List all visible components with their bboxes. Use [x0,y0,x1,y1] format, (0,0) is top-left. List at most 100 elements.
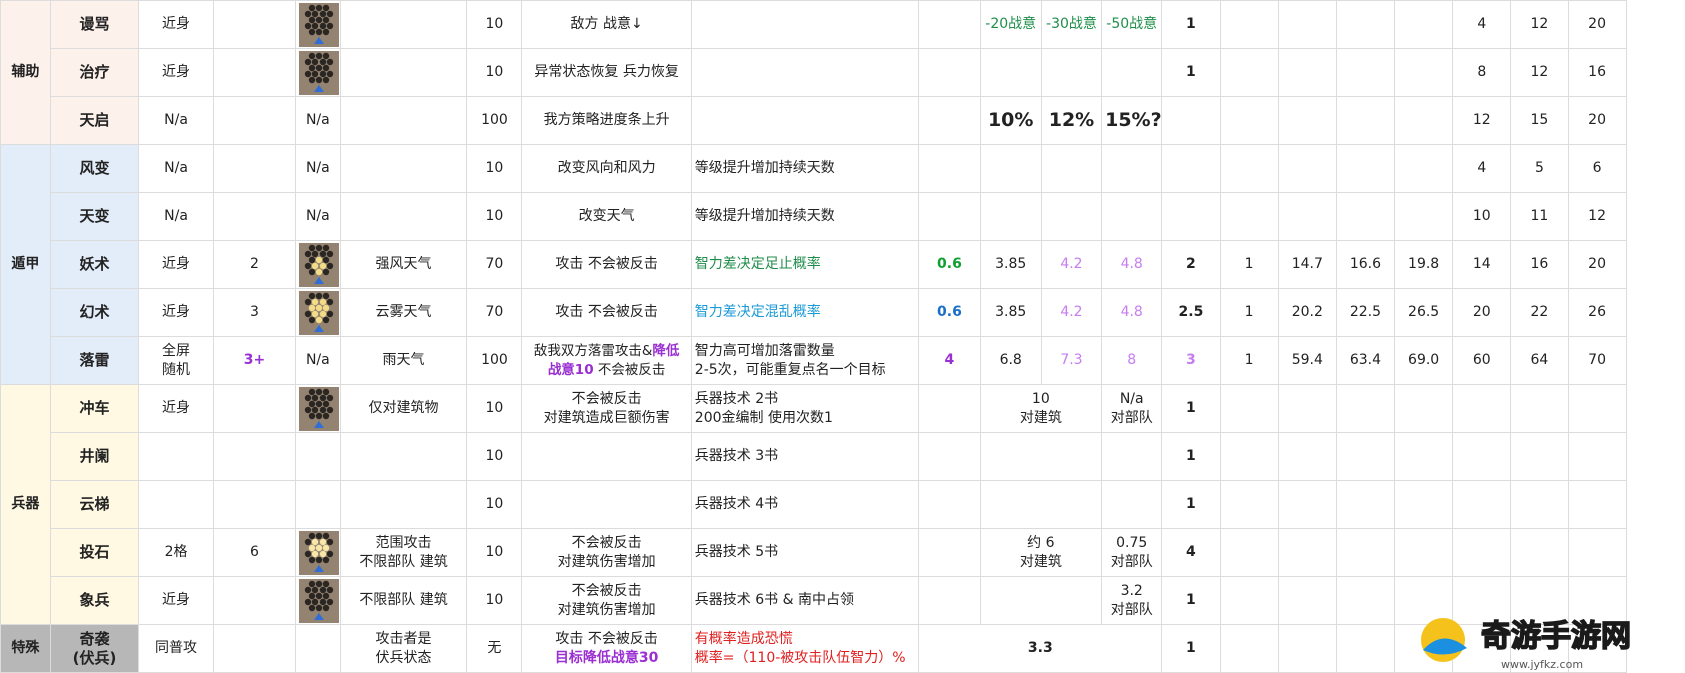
level-cell: 1 [1161,48,1221,97]
effect-highlight: 目标降低战意30 [554,649,659,666]
calc-3: 63.4 [1335,336,1396,385]
condition-cell: 范围攻击 不限部队 建筑 [339,528,468,577]
calc-3: 22.5 [1335,288,1396,337]
tier-1 [1452,480,1512,529]
calc-4 [1394,528,1454,577]
calc-4 [1394,48,1454,97]
skill-name: 谩骂 [49,0,140,49]
condition-cell [339,480,468,529]
level-cell: 4 [1161,528,1221,577]
range-cell: 近身 [138,384,214,433]
table-row[interactable]: 妖术 近身 2 强风天气 70 攻击 不会被反击 智力差决定足止概率 0.6 3… [1,240,1685,289]
value-lv1: 6.8 [979,336,1042,385]
calc-2: 20.2 [1277,288,1337,337]
effect-cell: 攻击 不会被反击 目标降低战意30 [521,624,692,673]
coef-cell: 4 [918,336,981,385]
coef-cell [918,480,981,529]
category-cell: 特殊 [0,624,51,673]
calc-3 [1335,576,1396,625]
value-building [979,432,1103,481]
tier-3: 26 [1567,288,1627,337]
tier-3: 12 [1567,192,1627,241]
table-row[interactable]: 落雷 全屏 随机 3+ N/a 雨天气 100 敌我双方落雷攻击&降低 战意10 … [1,336,1685,385]
skill-name: 妖术 [49,240,140,289]
pattern-cell [295,384,341,433]
value-troops: N/a 对部队 [1101,384,1163,433]
table-row[interactable]: 辅助 谩骂 近身 10 敌方 战意↓ -20战意 -30战意 -50战意 1 4… [0,0,1685,145]
note-text: 概率=（110-被攻击队伍智力）% [694,649,906,666]
calc-4 [1394,432,1454,481]
category-cell: 辅助 [0,0,51,145]
table-row[interactable]: 天启 N/a N/a 100 我方策略进度条上升 10% 12% 15%? 12… [1,96,1685,145]
value-lv2: 4.2 [1040,240,1103,289]
range-cell: 全屏 随机 [138,336,214,385]
table-row[interactable]: 遁甲 风变 N/a N/a 10 改变风向和风力 等级提升增加持续天数 4 5 … [0,144,1685,385]
calc-1 [1219,432,1279,481]
pattern-cell [295,240,341,289]
range-cell [138,480,214,529]
pattern-cell: N/a [295,336,341,385]
range-cell: N/a [138,96,214,145]
pattern-cell [295,48,341,97]
range-cell: 近身 [138,576,214,625]
pattern-cell: N/a [295,96,341,145]
table-row[interactable]: 天变 N/a N/a 10 改变天气 等级提升增加持续天数 10 11 12 [1,192,1685,241]
tier-2 [1510,432,1569,481]
pattern-cell [295,528,341,577]
tier-1 [1452,384,1512,433]
table-row[interactable]: 云梯 10 兵器技术 4书 1 [1,480,1685,529]
tier-3 [1567,528,1627,577]
effect-text: 敌我双方落雷攻击& [533,342,653,359]
condition-cell: 云雾天气 [339,288,468,337]
table-row[interactable]: 兵器 冲车 近身 仅对建筑物 10 不会被反击 对建筑造成巨额伤害 兵器技术 2… [0,384,1685,625]
range-cell: 近身 [138,288,214,337]
radius-cell [212,480,297,529]
table-row[interactable]: 治疗 近身 10 异常状态恢复 兵力恢复 1 8 12 16 [1,48,1685,97]
note-cell: 智力差决定混乱概率 [690,288,920,337]
effect-cell: 攻击 不会被反击 [521,288,692,337]
skill-name: 井阑 [49,432,140,481]
pattern-cell [295,480,341,529]
tier-1: 4 [1452,0,1512,49]
tier-2: 22 [1510,288,1569,337]
tier-1: 10 [1452,192,1512,241]
value-lv1 [979,48,1042,97]
calc-3 [1335,528,1396,577]
tier-3 [1567,480,1627,529]
value-all: 3.3 [918,624,1163,673]
level-cell [1161,144,1221,193]
table-row[interactable]: 井阑 10 兵器技术 3书 1 [1,432,1685,481]
radius-cell [212,432,297,481]
value-troops [1101,432,1163,481]
value-building [979,480,1103,529]
pattern-b-icon [299,242,340,287]
coef-cell [918,384,981,433]
table-row[interactable]: 幻术 近身 3 云雾天气 70 攻击 不会被反击 智力差决定混乱概率 0.6 3… [1,288,1685,337]
tier-3: 70 [1567,336,1627,385]
radius-cell [212,624,297,673]
skill-name: 幻术 [49,288,140,337]
level-cell: 3 [1161,336,1221,385]
cost-cell: 10 [466,0,523,49]
pattern-cell [295,0,341,49]
level-cell [1161,192,1221,241]
calc-3 [1335,144,1396,193]
tier-1: 8 [1452,48,1512,97]
value-lv3 [1101,48,1163,97]
tier-2: 15 [1510,96,1569,145]
coef-cell [918,0,981,49]
calc-3 [1335,48,1396,97]
table-row[interactable]: 投石 2格 6 范围攻击 不限部队 建筑 10 不会被反击 对建筑伤害增加 兵器… [1,528,1685,577]
tier-1: 20 [1452,288,1512,337]
note-cell: 兵器技术 3书 [690,432,920,481]
calc-1: 1 [1219,288,1279,337]
calc-2 [1277,432,1337,481]
cost-cell: 100 [466,336,523,385]
skill-name: 投石 [49,528,140,577]
effect-cell: 改变风向和风力 [521,144,692,193]
tier-2 [1510,384,1569,433]
cost-cell: 10 [466,48,523,97]
value-lv2: 7.3 [1040,336,1103,385]
tier-3: 6 [1567,144,1627,193]
value-lv3: 15%? [1101,96,1163,145]
